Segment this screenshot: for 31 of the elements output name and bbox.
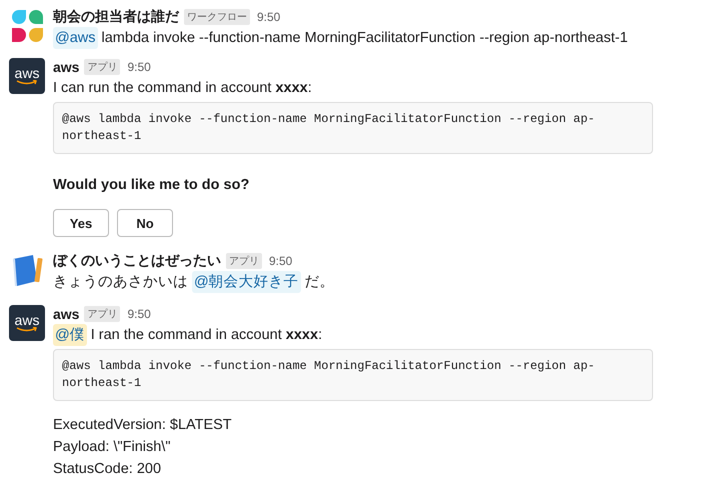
message-text: I can run the command in account xxxx:	[53, 79, 312, 98]
sender-name[interactable]: aws	[53, 59, 80, 75]
app-badge: アプリ	[84, 306, 120, 322]
sender-name[interactable]: 朝会の担当者は誰だ	[53, 8, 179, 26]
message-time[interactable]: 9:50	[127, 307, 151, 321]
message-text: lambda invoke --function-name MorningFacilitatorFunction --region ap-northeast-1	[102, 29, 628, 48]
action-button[interactable]: No	[117, 209, 173, 237]
message-time[interactable]: 9:50	[269, 254, 292, 268]
question-text: Would you like me to do so?	[53, 176, 250, 195]
message-text: きょうのあさかいは	[53, 273, 188, 292]
app-badge: アプリ	[226, 253, 262, 269]
message-time[interactable]: 9:50	[257, 10, 280, 24]
sender-name[interactable]: ぼくのいうことはぜったい	[53, 252, 221, 270]
workflow-icon	[9, 8, 45, 44]
action-button[interactable]: Yes	[53, 209, 109, 237]
message-time[interactable]: 9:50	[127, 60, 151, 74]
mention-link[interactable]: @僕	[53, 324, 87, 346]
aws-logo: aws	[9, 305, 45, 341]
app-badge: アプリ	[84, 59, 120, 75]
app-badge: ワークフロー	[184, 9, 250, 25]
code-block: @aws lambda invoke --function-name MorningFacilitatorFunction --region ap-northeast-1	[53, 349, 653, 401]
result-text: Payload: \"Finish\"	[53, 438, 170, 457]
mention-link[interactable]: @朝会大好き子	[192, 271, 301, 293]
message-text: だ。	[304, 273, 335, 292]
code-block: @aws lambda invoke --function-name MorningFacilitatorFunction --region ap-northeast-1	[53, 102, 653, 154]
aws-logo: aws	[9, 58, 45, 94]
result-text: ExecutedVersion: $LATEST	[53, 416, 232, 435]
sender-name[interactable]: aws	[53, 306, 80, 322]
result-text: StatusCode: 200	[53, 460, 162, 479]
message-text: I ran the command in account xxxx:	[90, 326, 322, 345]
mention-link[interactable]: @aws	[53, 27, 98, 49]
